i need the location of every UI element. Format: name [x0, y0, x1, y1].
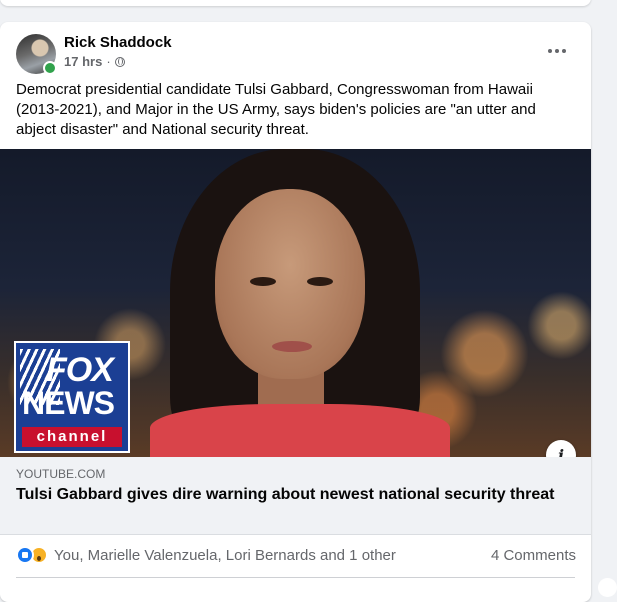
- info-icon: i: [557, 445, 565, 458]
- post-time[interactable]: 17 hrs: [64, 54, 102, 69]
- action-divider: [16, 577, 575, 578]
- comments-count[interactable]: 4 Comments: [491, 547, 576, 564]
- link-preview-box[interactable]: YOUTUBE.COM Tulsi Gabbard gives dire war…: [0, 457, 591, 535]
- fox-news-logo: FOX NEWS channel: [14, 341, 130, 453]
- logo-channel-text: channel: [22, 427, 122, 447]
- post-card: Rick Shaddock 17 hrs · Democrat presiden…: [0, 22, 591, 602]
- previous-post-card: [0, 0, 591, 6]
- dot-icon: [562, 49, 566, 53]
- reactors-text[interactable]: You, Marielle Valenzuela, Lori Bernards …: [54, 547, 491, 564]
- logo-fox-text: FOX: [46, 351, 114, 389]
- person-face: [215, 189, 365, 379]
- link-title[interactable]: Tulsi Gabbard gives dire warning about n…: [16, 485, 576, 505]
- meta-separator: ·: [106, 54, 111, 69]
- more-options-button[interactable]: [540, 36, 574, 66]
- lips: [272, 341, 312, 352]
- post-text: Democrat presidential candidate Tulsi Ga…: [16, 81, 536, 138]
- right-eye: [307, 277, 333, 286]
- link-preview-image[interactable]: FOX NEWS channel i: [0, 149, 591, 457]
- left-eye: [250, 277, 276, 286]
- scroll-corner: [598, 578, 617, 597]
- post-meta: 17 hrs ·: [64, 54, 125, 69]
- globe-icon[interactable]: [114, 56, 125, 67]
- reaction-icons[interactable]: [16, 546, 48, 564]
- dot-icon: [555, 49, 559, 53]
- online-status-dot: [43, 61, 57, 75]
- like-icon[interactable]: [16, 546, 34, 564]
- author-name[interactable]: Rick Shaddock: [64, 34, 172, 51]
- person-top: [150, 404, 450, 457]
- logo-news-text: NEWS: [22, 385, 115, 421]
- link-domain: YOUTUBE.COM: [16, 467, 106, 481]
- reactions-row: You, Marielle Valenzuela, Lori Bernards …: [16, 544, 576, 566]
- author-avatar[interactable]: [16, 34, 57, 75]
- dot-icon: [548, 49, 552, 53]
